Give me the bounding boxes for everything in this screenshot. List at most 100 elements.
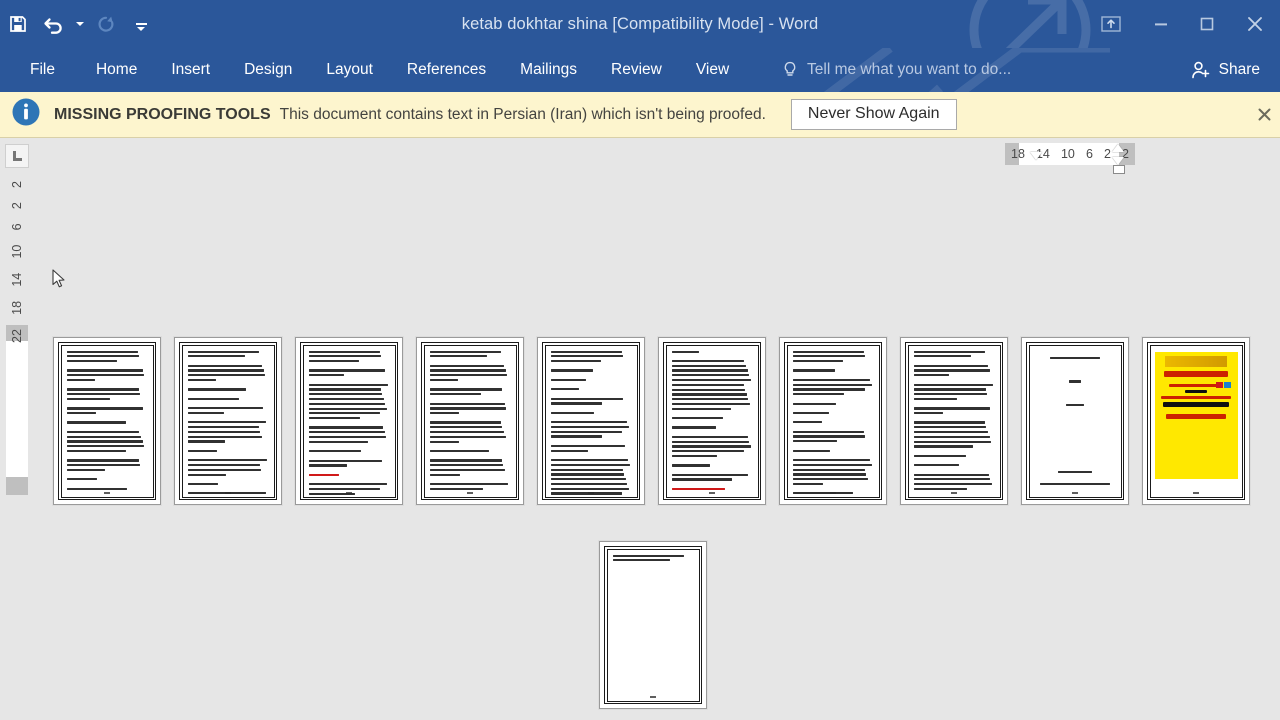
document-page[interactable] [174, 337, 282, 505]
text-line [671, 440, 750, 443]
text-line [612, 554, 684, 557]
minimize-icon [1155, 23, 1167, 26]
text-line [913, 431, 989, 434]
message-bar-close-button[interactable] [1252, 103, 1276, 127]
left-indent-marker[interactable] [1113, 165, 1125, 174]
page-number [304, 491, 395, 494]
text-line [913, 388, 986, 391]
share-label: Share [1218, 61, 1260, 78]
text-line [671, 393, 747, 396]
ruler-tick: 22 [10, 329, 24, 343]
redo-button[interactable] [88, 7, 124, 41]
document-page[interactable] [53, 337, 161, 505]
ruler-tick: 2 [1103, 147, 1111, 161]
text-line [792, 411, 829, 415]
text-line [429, 431, 505, 434]
ad-formats [1161, 395, 1231, 399]
text-line [792, 393, 844, 396]
first-line-indent-marker[interactable] [1112, 144, 1124, 152]
document-page[interactable] [416, 337, 524, 505]
document-page[interactable] [779, 337, 887, 505]
tab-references[interactable]: References [390, 48, 503, 92]
tab-review[interactable]: Review [594, 48, 679, 92]
text-line [187, 369, 264, 372]
document-page[interactable] [658, 337, 766, 505]
tab-stop-selector[interactable] [5, 144, 29, 168]
text-line [308, 402, 386, 405]
tab-design[interactable]: Design [227, 48, 309, 92]
page-number [62, 491, 153, 494]
tab-insert[interactable]: Insert [154, 48, 227, 92]
hanging-indent-marker[interactable] [1112, 157, 1124, 165]
page-number [788, 491, 879, 494]
never-show-again-button[interactable]: Never Show Again [790, 99, 957, 130]
document-page[interactable] [900, 337, 1008, 505]
tab-mailings[interactable]: Mailings [503, 48, 594, 92]
customize-quick-access-toolbar[interactable] [124, 7, 158, 41]
document-page[interactable] [1142, 337, 1250, 505]
tab-home[interactable]: Home [79, 48, 154, 92]
text-line [550, 388, 579, 391]
ruler-tick: 18 [1011, 147, 1025, 161]
share-button[interactable]: Share [1184, 48, 1266, 92]
ad-file [1185, 389, 1207, 393]
text-line [671, 487, 725, 491]
text-line [550, 402, 602, 405]
text-line [792, 449, 830, 452]
document-page[interactable] [599, 541, 707, 709]
minimize-button[interactable] [1138, 0, 1184, 48]
right-indent-marker[interactable] [1030, 152, 1042, 160]
undo-dropdown[interactable] [72, 7, 88, 41]
text-line [187, 388, 246, 391]
text-line [308, 473, 340, 476]
text-line [671, 364, 747, 367]
save-button[interactable] [0, 7, 36, 41]
document-workspace[interactable]: 18 14 10 6 2 2 2 2 6 10 14 18 22 [0, 139, 1280, 720]
page-content [1149, 344, 1243, 498]
text-line [550, 355, 624, 358]
ribbon-display-options-button[interactable] [1084, 0, 1138, 48]
ruler-tick: 14 [10, 272, 24, 287]
document-page[interactable] [295, 337, 403, 505]
tab-file[interactable]: File [0, 48, 79, 92]
page-content [302, 344, 396, 498]
text-line [308, 369, 385, 372]
restore-button[interactable] [1184, 0, 1230, 48]
redo-icon [98, 16, 114, 32]
text-line [913, 412, 943, 415]
text-line [550, 378, 587, 381]
text-line [671, 435, 748, 438]
text-line [913, 487, 967, 491]
vertical-space [1035, 362, 1116, 378]
text-line [913, 350, 985, 353]
save-icon [10, 16, 26, 32]
text-line [66, 464, 141, 467]
page-border-outer [542, 342, 640, 500]
tab-layout[interactable]: Layout [309, 48, 390, 92]
text-line [913, 473, 989, 476]
document-page[interactable] [1021, 337, 1129, 505]
horizontal-ruler[interactable]: 18 14 10 6 2 2 [1005, 143, 1135, 174]
text-line [429, 440, 460, 443]
text-line [187, 421, 267, 424]
person-add-icon [1191, 61, 1209, 79]
tab-view[interactable]: View [679, 48, 746, 92]
tell-me-search[interactable]: Tell me what you want to do... [782, 48, 1011, 92]
text-line [66, 360, 117, 363]
close-button[interactable] [1230, 0, 1280, 48]
document-page[interactable] [537, 337, 645, 505]
vertical-ruler[interactable]: 2 2 6 10 14 18 22 [6, 181, 28, 495]
undo-button[interactable] [36, 7, 72, 41]
text-line [308, 426, 384, 429]
